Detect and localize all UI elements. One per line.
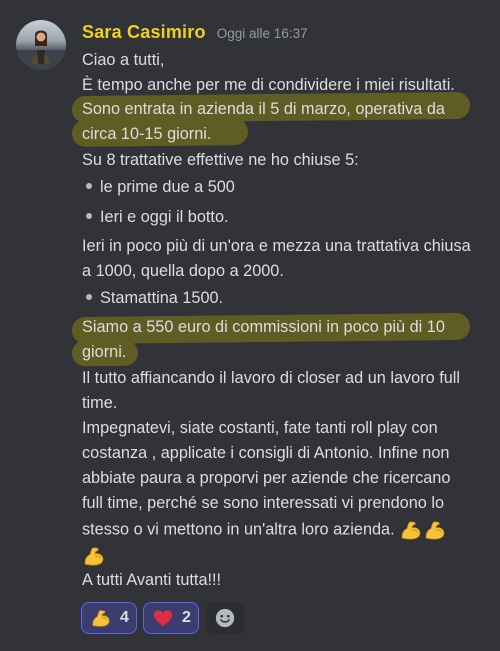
bullet-icon	[86, 182, 92, 189]
message-line-highlighted: Sono entrata in azienda il 5 di marzo, o…	[82, 100, 445, 118]
message-line: Ciao a tutti,	[82, 51, 165, 69]
message-line-highlighted: Siamo a 550 euro di commissioni in poco …	[82, 318, 445, 336]
message-line: Impegnatevi, siate costanti, fate tanti …	[82, 419, 438, 437]
bullet-icon	[86, 212, 92, 219]
flexed-biceps-icon	[90, 607, 112, 629]
list-item: Ieri e oggi il botto.	[82, 207, 229, 227]
avatar-image	[16, 30, 66, 70]
emoji-line	[82, 544, 106, 568]
reaction-red-heart[interactable]: 2	[143, 602, 199, 634]
message-line-highlighted: giorni.	[82, 343, 127, 361]
message-line: Il tutto affiancando il lavoro di closer…	[82, 369, 461, 387]
flexed-biceps-icon	[82, 544, 106, 568]
reaction-flexed-biceps[interactable]: 4	[81, 602, 137, 634]
message-line: A tutti Avanti tutta!!!	[82, 571, 222, 589]
add-reaction-button[interactable]	[206, 602, 244, 634]
smiley-add-reaction-icon	[215, 608, 235, 628]
username[interactable]: Sara Casimiro	[82, 22, 206, 42]
message-line: costanza , applicate i consigli di Anton…	[82, 444, 450, 462]
flexed-biceps-icon	[423, 518, 447, 542]
list-item-text: Ieri e oggi il botto.	[100, 208, 229, 226]
message-line-with-emoji: stesso o vi mettono in un'altra loro azi…	[82, 518, 447, 542]
message-line: abbiate paura a proporvi per aziende che…	[82, 469, 451, 487]
flexed-biceps-icon	[399, 518, 423, 542]
list-item: le prime due a 500	[82, 177, 235, 197]
message-header: Sara Casimiro Oggi alle 16:37	[82, 22, 308, 48]
red-heart-icon	[153, 610, 173, 627]
message-line: time.	[82, 394, 118, 412]
message-line: È tempo anche per me di condividere i mi…	[82, 76, 455, 94]
list-item: Stamattina 1500.	[82, 288, 223, 308]
message-line-highlighted: circa 10-15 giorni.	[82, 125, 212, 143]
message-line-text: stesso o vi mettono in un'altra loro azi…	[82, 520, 395, 539]
reaction-count: 2	[182, 609, 191, 626]
bullet-icon	[86, 293, 92, 300]
list-item-text: Stamattina 1500.	[100, 289, 224, 307]
message-line: Su 8 trattative effettive ne ho chiuse 5…	[82, 151, 359, 169]
timestamp: Oggi alle 16:37	[216, 26, 308, 41]
chat-message: Sara Casimiro Oggi alle 16:37 Ciao a tut…	[0, 0, 500, 651]
avatar[interactable]	[16, 20, 66, 70]
reaction-count: 4	[120, 609, 129, 626]
message-line: a 1000, quella dopo a 2000.	[82, 262, 284, 280]
message-line: full time, perché se sono interessati vi…	[82, 494, 445, 512]
list-item-text: le prime due a 500	[100, 178, 235, 196]
message-line: Ieri in poco più di un'ora e mezza una t…	[82, 237, 471, 255]
